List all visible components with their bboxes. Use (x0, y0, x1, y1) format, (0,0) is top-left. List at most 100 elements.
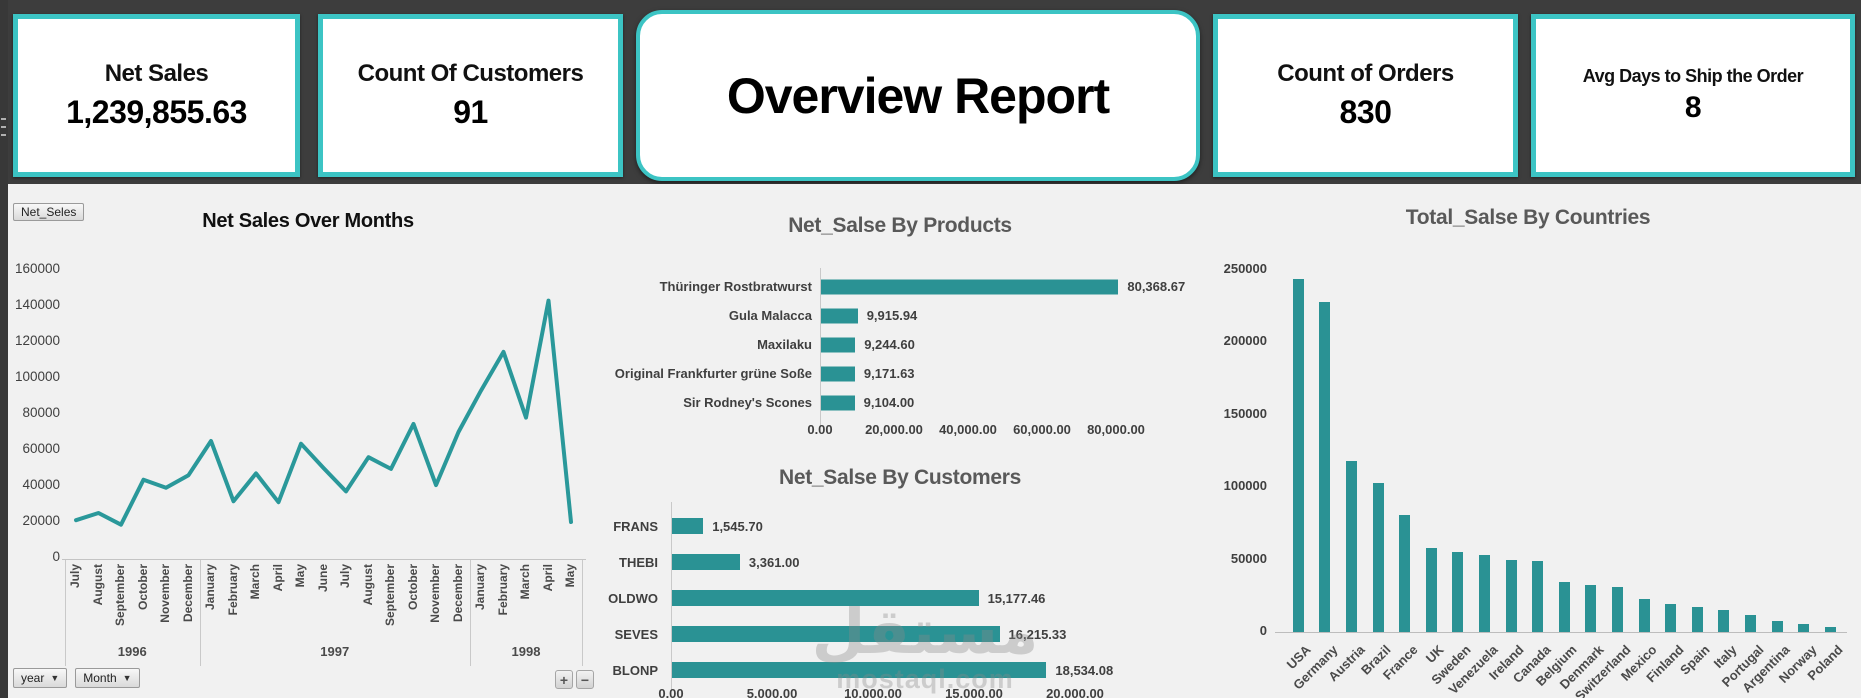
y-axis-tick-label: 50000 (1230, 550, 1267, 566)
x-axis-month-label: January (203, 564, 217, 611)
category-label: Thüringer Rostbratwurst (659, 279, 812, 294)
x-axis-year-label: 1996 (117, 644, 147, 659)
bar[interactable] (1505, 559, 1517, 632)
bar[interactable] (1346, 461, 1357, 632)
bar[interactable] (821, 366, 855, 381)
bar[interactable] (1532, 561, 1544, 632)
bar[interactable] (1771, 621, 1783, 632)
bar[interactable] (1319, 301, 1331, 632)
chevron-down-icon: ▼ (122, 673, 132, 683)
chart-net-sales-by-customers: Net_Salse By Customers FRANS 1,545.70 THEB… (560, 444, 1200, 698)
kpi-value: 8 (1684, 90, 1702, 124)
y-axis-tick-label: 150000 (1223, 405, 1267, 421)
x-axis-month-label: December (450, 564, 465, 623)
x-axis-ticks: 0.00 5,000.00 10,000.00 15,000.00 20,000.00 (560, 686, 1200, 698)
left-collapsed-pane[interactable] (0, 0, 8, 698)
bar[interactable] (1558, 582, 1570, 632)
report-title-card: Overview Report (636, 10, 1200, 181)
bar[interactable] (1798, 624, 1810, 632)
x-axis-year-label: 1998 (511, 644, 541, 659)
chart-net-sales-by-products: Net_Salse By Products Thüringer Rostbrat… (560, 184, 1200, 444)
value-label: 9,244.60 (864, 337, 915, 352)
bar[interactable] (1372, 482, 1384, 632)
kpi-card-net-sales: Net Sales 1,239,855.63 (13, 14, 300, 177)
kpi-title: Net Sales (104, 60, 209, 88)
bar[interactable] (1824, 626, 1836, 632)
value-label: 18,534.08 (1055, 662, 1114, 678)
bar[interactable] (1612, 587, 1623, 632)
y-axis-tick-label: 100000 (1223, 478, 1267, 494)
bar[interactable] (821, 279, 1119, 294)
bar[interactable] (672, 590, 979, 606)
bar[interactable] (672, 554, 740, 570)
value-label: 9,104.00 (863, 395, 915, 410)
bar[interactable] (672, 662, 1047, 678)
y-axis-tick-label: 140000 (14, 297, 60, 312)
x-axis-month-label: February (225, 564, 240, 616)
value-label: 9,915.94 (866, 308, 918, 323)
x-axis-tick-label: 20,000.00 (1046, 686, 1104, 698)
x-axis-month-label: June (315, 564, 330, 593)
bar[interactable] (1638, 598, 1650, 632)
x-axis-line (62, 559, 586, 560)
y-axis-tick-label: 120000 (14, 333, 60, 348)
x-axis-month-label: August (90, 564, 105, 606)
x-axis-tick-label: 60,000.00 (1013, 422, 1071, 437)
bar[interactable] (1691, 606, 1703, 632)
bar[interactable] (1452, 552, 1464, 632)
x-axis-ticks: 0.00 20,000.00 40,000.00 60,000.00 80,000.00 (560, 422, 1200, 440)
bar[interactable] (1665, 604, 1677, 632)
y-axis-tick-label: 0 (1259, 623, 1267, 638)
bar[interactable] (821, 308, 858, 323)
bar[interactable] (1425, 548, 1437, 632)
x-axis-tick-label: 80,000.00 (1087, 422, 1145, 437)
x-axis-tick-label: 5,000.00 (746, 686, 798, 698)
x-axis-month-label: January (473, 564, 487, 611)
axis-group-divider (469, 560, 471, 666)
bar[interactable] (821, 395, 855, 410)
report-canvas: Net_Seles Net Sales Over Months 0 20000 40… (0, 184, 1861, 698)
y-axis-tick-label: 100000 (14, 369, 60, 384)
line-series[interactable] (74, 298, 573, 527)
month-field-button[interactable]: Month ▼ (75, 668, 140, 688)
grip-icon (1, 118, 6, 120)
bar-row: OLDWO 15,177.46 (560, 580, 1200, 616)
value-label: 15,177.46 (987, 590, 1046, 606)
bar[interactable] (1479, 555, 1490, 632)
x-axis-month-label: May (293, 564, 307, 588)
x-axis-month-label: March (518, 564, 532, 600)
bar[interactable] (1399, 514, 1411, 632)
y-axis-tick-label: 0 (52, 549, 60, 564)
category-label: THEBI (619, 554, 658, 570)
value-label: 9,171.63 (863, 366, 915, 381)
kpi-title: Count Of Customers (357, 60, 584, 88)
chart-title: Net_Salse By Products (788, 214, 1012, 237)
axis-group-divider (64, 560, 66, 666)
bar[interactable] (1745, 615, 1756, 632)
x-axis-tick-label: 0.00 (658, 686, 684, 698)
y-axis-tick-label: 160000 (14, 261, 60, 276)
bar[interactable] (1585, 584, 1597, 632)
bar-row: THEBI 3,361.00 (560, 544, 1200, 580)
y-axis: 0 20000 40000 60000 80000 100000 120000 140000 1… (8, 184, 66, 584)
chart-title: Net Sales Over Months (202, 210, 414, 232)
x-axis-tick-label: 15,000.00 (945, 686, 1003, 698)
x-axis-month-label: October (135, 564, 150, 611)
year-field-button[interactable]: year ▼ (13, 668, 68, 688)
category-label: Gula Malacca (728, 308, 812, 323)
bar[interactable] (1292, 278, 1304, 632)
kpi-value: 91 (453, 93, 488, 130)
bar-row: Thüringer Rostbratwurst 80,368.67 (560, 272, 1200, 301)
bar-row: SEVES 16,215.33 (560, 616, 1200, 652)
bar[interactable] (672, 626, 1000, 642)
x-axis-month-label: February (495, 564, 510, 616)
bar[interactable] (1718, 609, 1730, 632)
bar[interactable] (821, 337, 856, 352)
value-label: 3,361.00 (748, 554, 800, 570)
bar[interactable] (672, 518, 704, 534)
x-axis-tick-label: 0.00 (807, 422, 833, 437)
dashboard: Net Sales 1,239,855.63 Count Of Customer… (0, 0, 1861, 698)
bar-rows: Thüringer Rostbratwurst 80,368.67 Gula Mal… (560, 272, 1200, 417)
kpi-card-avg-ship-days: Avg Days to Ship the Order 8 (1531, 14, 1855, 177)
y-axis-tick-label: 20000 (22, 513, 60, 528)
